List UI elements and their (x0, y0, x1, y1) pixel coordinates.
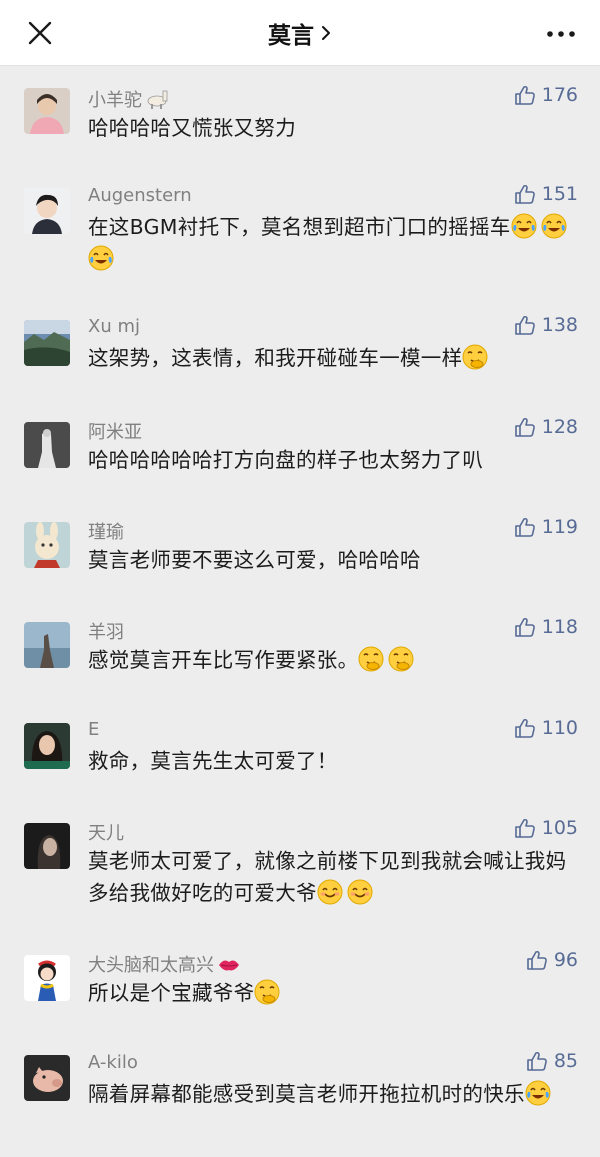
like-button[interactable]: 118 (514, 616, 578, 638)
comment-text: 哈哈哈哈又慌张又努力 (88, 112, 578, 144)
like-button[interactable]: 151 (514, 183, 578, 205)
avatar[interactable] (24, 1055, 70, 1101)
snicker-emoji-icon (388, 646, 414, 672)
more-button[interactable] (546, 26, 576, 40)
page-title: 莫言 (268, 23, 314, 49)
thumbs-up-icon (514, 517, 535, 537)
snicker-emoji-icon (254, 979, 280, 1005)
avatar[interactable] (24, 955, 70, 1001)
comment-text-content: 感觉莫言开车比写作要紧张。 (88, 648, 359, 672)
like-count: 118 (541, 616, 578, 638)
thumbs-up-icon (514, 315, 535, 335)
comment-text: 救命，莫言先生太可爱了！ (88, 745, 578, 777)
like-button[interactable]: 119 (514, 516, 578, 538)
like-button[interactable]: 110 (514, 717, 578, 739)
comment-text-content: 哈哈哈哈又慌张又努力 (88, 116, 296, 140)
comment-text-content: 所以是个宝藏爷爷 (88, 981, 255, 1005)
avatar[interactable] (24, 723, 70, 769)
comment-text-content: 隔着屏幕都能感受到莫言老师开拖拉机时的快乐 (88, 1082, 525, 1106)
like-button[interactable]: 128 (514, 416, 578, 438)
like-count: 151 (541, 183, 578, 205)
avatar[interactable] (24, 188, 70, 234)
commenter-name[interactable]: Xu mj (88, 316, 140, 337)
comment-text-content: 这架势，这表情，和我开碰碰车一模一样 (88, 346, 463, 370)
commenter-name-text: 瑾瑜 (88, 522, 124, 543)
commenter-name[interactable]: 羊羽 (88, 618, 124, 644)
smile-emoji-icon (347, 879, 373, 905)
comment-text-content: 哈哈哈哈哈哈打方向盘的样子也太努力了叭 (88, 448, 484, 472)
comment-text: 这架势，这表情，和我开碰碰车一模一样 (88, 342, 578, 374)
comment-text: 莫老师太可爱了，就像之前楼下见到我就会喊让我妈多给我做好吃的可爱大爷 (88, 845, 578, 909)
comment-text: 在这BGM衬托下，莫名想到超市门口的摇摇车 (88, 211, 578, 275)
commenter-name-text: A-kilo (88, 1052, 138, 1073)
commenter-name[interactable]: Augenstern (88, 185, 192, 206)
like-button[interactable]: 138 (514, 314, 578, 336)
top-bar: 莫言 (0, 0, 600, 66)
commenter-name-text: E (88, 719, 100, 740)
thumbs-up-icon (514, 85, 535, 105)
commenter-name-text: 阿米亚 (88, 422, 142, 443)
commenter-name-text: 天儿 (88, 823, 124, 844)
like-count: 128 (541, 416, 578, 438)
comment-text: 哈哈哈哈哈哈打方向盘的样子也太努力了叭 (88, 444, 578, 476)
commenter-name[interactable]: E (88, 719, 99, 740)
comment-text: 感觉莫言开车比写作要紧张。 (88, 644, 578, 676)
comment-text: 莫言老师要不要这么可爱，哈哈哈哈 (88, 544, 578, 576)
snicker-emoji-icon (358, 646, 384, 672)
comment-text: 所以是个宝藏爷爷 (88, 977, 578, 1009)
comment-text-content: 救命，莫言先生太可爱了！ (88, 749, 338, 773)
thumbs-up-icon (527, 1051, 547, 1071)
avatar[interactable] (24, 88, 70, 134)
like-button[interactable]: 176 (514, 84, 578, 106)
page-title-link[interactable]: 莫言 (0, 0, 600, 66)
avatar[interactable] (24, 622, 70, 668)
avatar[interactable] (24, 320, 70, 366)
commenter-name-text: 小羊驼 (88, 90, 142, 111)
laugh-cry-emoji-icon (511, 213, 537, 239)
commenter-name-text: Xu mj (88, 316, 140, 337)
laugh-cry-emoji-icon (525, 1080, 551, 1106)
commenter-name[interactable]: 小羊驼 (88, 86, 171, 112)
lips-icon (219, 960, 239, 971)
thumbs-up-icon (514, 417, 535, 437)
thumbs-up-icon (514, 184, 535, 204)
snicker-emoji-icon (462, 344, 488, 370)
comment-text-content: 莫言老师要不要这么可爱，哈哈哈哈 (88, 548, 421, 572)
like-count: 96 (553, 949, 578, 971)
commenter-name-text: 大头脑和太高兴 (88, 955, 214, 976)
like-count: 176 (541, 84, 578, 106)
commenter-name-text: Augenstern (88, 185, 192, 206)
like-button[interactable]: 105 (514, 817, 578, 839)
commenter-name[interactable]: 天儿 (88, 819, 124, 845)
comment-text: 隔着屏幕都能感受到莫言老师开拖拉机时的快乐 (88, 1078, 578, 1110)
like-button[interactable]: 96 (526, 949, 578, 971)
like-count: 110 (541, 717, 578, 739)
thumbs-up-icon (514, 818, 535, 838)
thumbs-up-icon (514, 617, 535, 637)
like-count: 119 (541, 516, 578, 538)
laugh-cry-emoji-icon (88, 245, 114, 271)
commenter-name-text: 羊羽 (88, 622, 124, 643)
avatar[interactable] (24, 823, 70, 869)
alpaca-icon (147, 90, 168, 109)
like-button[interactable]: 85 (526, 1050, 578, 1072)
comment-text-content: 在这BGM衬托下，莫名想到超市门口的摇摇车 (88, 215, 511, 239)
like-count: 85 (553, 1050, 578, 1072)
laugh-cry-emoji-icon (541, 213, 567, 239)
commenter-name[interactable]: 瑾瑜 (88, 518, 124, 544)
like-count: 138 (541, 314, 578, 336)
smile-emoji-icon (317, 879, 343, 905)
more-icon (547, 31, 575, 37)
avatar[interactable] (24, 522, 70, 568)
commenter-name[interactable]: 大头脑和太高兴 (88, 951, 241, 977)
avatar[interactable] (24, 422, 70, 468)
thumbs-up-icon (527, 950, 547, 970)
thumbs-up-icon (514, 718, 535, 738)
commenter-name[interactable]: 阿米亚 (88, 418, 142, 444)
commenter-name[interactable]: A-kilo (88, 1052, 138, 1073)
chevron-right-icon (322, 26, 330, 40)
like-count: 105 (541, 817, 578, 839)
